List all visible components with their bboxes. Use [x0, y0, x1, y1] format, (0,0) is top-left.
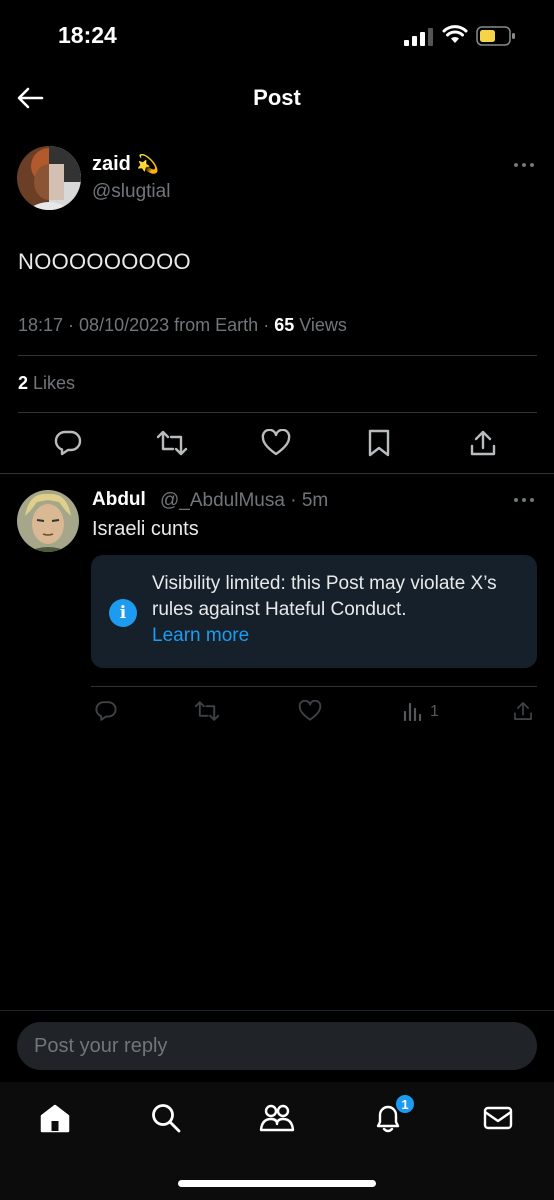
post-time: 18:17	[18, 315, 64, 335]
likes-count: 2	[18, 373, 29, 393]
tab-messages[interactable]	[480, 1100, 516, 1136]
reply-like-button[interactable]	[297, 698, 323, 724]
reply-repost-button[interactable]	[194, 698, 220, 724]
views-count: 65	[274, 315, 295, 335]
post-text: NOOOOOOOOO	[18, 249, 191, 274]
status-time: 18:24	[58, 22, 117, 48]
author-name[interactable]: zaid 💫	[92, 153, 159, 176]
views-label: Views	[299, 315, 347, 335]
post-date: 08/10/2023	[79, 315, 170, 335]
divider	[18, 355, 537, 356]
tab-home[interactable]	[37, 1100, 73, 1136]
reply-share-button[interactable]	[510, 698, 536, 724]
share-button[interactable]	[467, 427, 499, 459]
cellular-signal-icon	[404, 28, 433, 46]
share-icon	[470, 430, 496, 456]
communities-icon	[259, 1104, 295, 1132]
likes-link[interactable]: 2 Likes	[18, 373, 75, 394]
battery-icon	[476, 26, 515, 46]
divider	[91, 686, 537, 687]
reply-input[interactable]	[17, 1022, 537, 1070]
bookmark-icon	[368, 429, 390, 457]
notifications-badge: 1	[394, 1093, 416, 1115]
visibility-notice: i Visibility limited: this Post may viol…	[91, 555, 537, 668]
repost-icon	[194, 701, 220, 721]
home-icon	[40, 1104, 70, 1133]
divider	[18, 412, 537, 413]
tab-communities[interactable]	[259, 1100, 295, 1136]
search-icon	[152, 1104, 181, 1133]
reply-reply-button[interactable]	[93, 698, 119, 724]
wifi-icon	[442, 25, 468, 43]
tab-search[interactable]	[148, 1100, 184, 1136]
more-icon	[514, 163, 534, 167]
likes-label: Likes	[33, 373, 76, 393]
page-title: Post	[253, 85, 301, 110]
reply-views-button[interactable]	[400, 698, 426, 724]
share-icon	[514, 702, 532, 720]
views-icon	[403, 702, 422, 721]
learn-more-link[interactable]: Learn more	[152, 625, 249, 646]
reply-more-button[interactable]	[511, 490, 537, 510]
bookmark-button[interactable]	[363, 427, 395, 459]
author-avatar[interactable]	[17, 146, 81, 210]
reply-author-handle[interactable]: @_AbdulMusa · 5m	[160, 490, 328, 512]
repost-icon	[156, 430, 188, 456]
repost-button[interactable]	[156, 427, 188, 459]
info-icon: i	[109, 599, 137, 627]
reply-icon	[54, 430, 82, 456]
like-icon	[298, 700, 322, 721]
reply-author-name[interactable]: Abdul	[92, 489, 146, 511]
more-icon	[514, 498, 534, 502]
like-button[interactable]	[260, 427, 292, 459]
post-metadata: 18:17 · 08/10/2023 from Earth · 65 Views	[18, 315, 347, 335]
reply-age: 5m	[301, 490, 329, 511]
reply-button[interactable]	[52, 427, 84, 459]
author-handle[interactable]: @slugtial	[92, 181, 170, 203]
home-indicator	[178, 1180, 376, 1187]
post-more-button[interactable]	[511, 155, 537, 175]
reply-text: Israeli cunts	[92, 518, 199, 540]
top-header: Post	[0, 70, 554, 130]
post-source: from Earth	[174, 315, 259, 335]
messages-icon	[483, 1106, 513, 1130]
reply-author-avatar[interactable]	[17, 490, 79, 552]
status-bar: 18:24	[0, 0, 554, 70]
notice-text: Visibility limited: this Post may violat…	[152, 573, 497, 646]
reply-views-count: 1	[430, 703, 439, 720]
reply-icon	[95, 701, 117, 721]
author-emoji: 💫	[136, 154, 160, 174]
divider	[0, 473, 554, 474]
like-icon	[261, 429, 291, 456]
